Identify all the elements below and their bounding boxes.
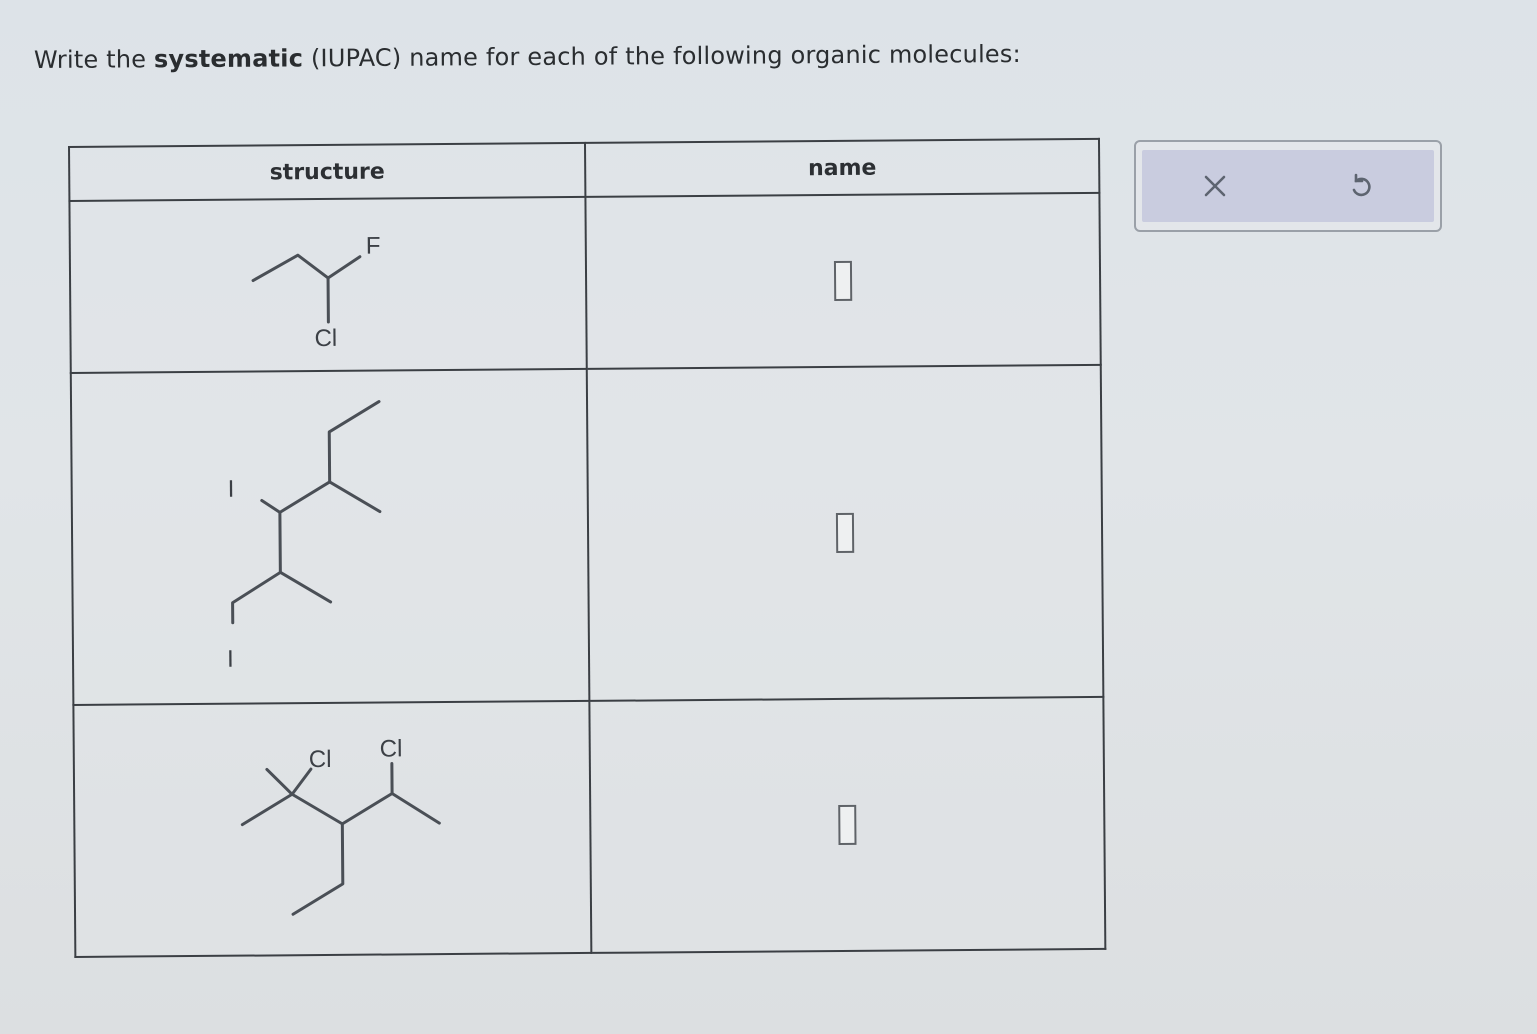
molecule-3-backbone-2 (340, 791, 394, 826)
molecule-1-structure: F Cl (251, 233, 381, 352)
name-cell (586, 364, 1104, 701)
table-header-row: structure name (69, 138, 1100, 201)
question-instruction: Write the systematic (IUPAC) name for ea… (34, 40, 1021, 74)
undo-button[interactable] (1331, 156, 1391, 216)
name-cell (585, 192, 1101, 369)
molecule-1-chain (251, 253, 362, 283)
molecule-2-iodine-label-top: I (228, 476, 235, 503)
molecule-2-lower-chain (231, 570, 282, 625)
molecule-2-upper-branch (328, 480, 382, 514)
instruction-text: Write the (33, 45, 155, 74)
name-header: name (584, 138, 1100, 197)
structure-header: structure (69, 142, 586, 201)
answer-toolbar (1134, 140, 1442, 232)
molecule-3-chlorine-label-left: Cl (309, 746, 332, 773)
x-icon (1204, 175, 1226, 197)
molecule-3-backbone-1 (290, 792, 344, 826)
structure-cell: Cl Cl (73, 700, 592, 957)
molecule-3-structure: Cl Cl (240, 735, 441, 916)
structure-cell: I I (70, 368, 590, 705)
molecule-table: structure name F Cl I I Cl Cl (68, 137, 1107, 958)
name-answer-field-2[interactable] (835, 512, 855, 553)
name-answer-field-3[interactable] (838, 804, 857, 845)
table-row: F Cl (69, 192, 1101, 373)
molecule-2-iodo-bond (260, 498, 282, 514)
name-answer-field-1[interactable] (833, 260, 853, 301)
molecule-1-chlorine-label: Cl (314, 325, 337, 352)
structure-cell: F Cl (69, 196, 587, 373)
table-row: I I (70, 364, 1104, 705)
molecule-3-methyl-left (240, 792, 294, 827)
molecule-3-chlorine-label-right: Cl (380, 735, 403, 762)
instruction-text-end: (IUPAC) name for each of the following o… (303, 39, 1021, 73)
molecule-3-backbone-3 (390, 791, 441, 825)
molecule-2-iodine-label-bottom: I (227, 646, 234, 673)
molecule-1-fluorine-label: F (366, 233, 381, 260)
name-cell (589, 696, 1106, 953)
molecule-2-lower-branch (278, 570, 333, 604)
undo-icon (1352, 173, 1371, 197)
molecule-2-upper-chain (278, 400, 381, 514)
table-row: Cl Cl (73, 696, 1106, 957)
molecule-2-structure: I I (227, 400, 382, 673)
toolbar-button-group (1142, 150, 1434, 222)
instruction-emphasis: systematic (153, 44, 304, 74)
molecule-3-methyl-top (265, 767, 294, 796)
molecule-3-ethyl-branch (291, 822, 345, 916)
clear-button[interactable] (1185, 156, 1245, 216)
